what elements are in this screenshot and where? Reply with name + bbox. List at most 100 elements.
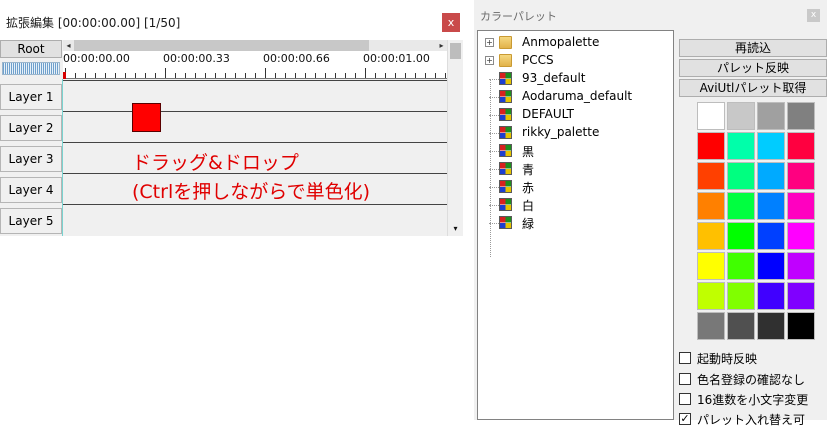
checkbox-box[interactable] <box>679 393 691 405</box>
folder-icon <box>499 36 512 49</box>
palette-icon <box>499 216 512 229</box>
timeline-vertical-scrollbar[interactable]: ▾ <box>447 40 463 236</box>
color-swatch[interactable] <box>787 102 815 130</box>
color-swatch[interactable] <box>787 312 815 340</box>
palette-close-button[interactable]: x <box>807 9 820 22</box>
ruler-tick <box>325 73 326 78</box>
expand-icon[interactable]: + <box>485 56 494 65</box>
color-swatch[interactable] <box>697 222 725 250</box>
hscroll-thumb[interactable] <box>74 40 369 51</box>
get-aviutl-palette-button[interactable]: AviUtlパレット取得 <box>679 79 827 97</box>
time-label: 00:00:00.00 <box>63 52 130 65</box>
tree-connector <box>489 151 499 152</box>
color-palette-window: カラーパレット x + Anmopalette + PCCS 93_default Aod… <box>474 0 827 427</box>
ruler-tick <box>435 73 436 78</box>
color-swatch[interactable] <box>757 282 785 310</box>
ruler-tick <box>145 73 146 78</box>
color-swatch[interactable] <box>727 282 755 310</box>
ruler-tick <box>385 73 386 78</box>
zoom-meter[interactable] <box>2 62 60 75</box>
checkbox-box[interactable]: ✓ <box>679 413 691 425</box>
color-swatch[interactable] <box>697 252 725 280</box>
layer-lane-2[interactable] <box>63 111 447 142</box>
ruler-tick <box>225 73 226 78</box>
color-swatch[interactable] <box>757 162 785 190</box>
layer-button-2[interactable]: Layer 2 <box>0 115 62 141</box>
color-swatch[interactable] <box>697 192 725 220</box>
ruler-tick <box>95 73 96 78</box>
palette-icon <box>499 162 512 175</box>
color-swatch[interactable] <box>727 312 755 340</box>
ruler-tick <box>235 73 236 78</box>
color-swatch[interactable] <box>697 102 725 130</box>
color-swatch[interactable] <box>757 102 785 130</box>
tree-item-label: Aodaruma_default <box>522 89 633 103</box>
palette-icon <box>499 198 512 211</box>
color-swatch[interactable] <box>697 162 725 190</box>
tree-item-label: 緑 <box>522 217 535 231</box>
ruler-tick <box>445 73 446 78</box>
color-swatch[interactable] <box>787 222 815 250</box>
root-button[interactable]: Root <box>0 40 62 58</box>
color-swatch[interactable] <box>757 222 785 250</box>
checkbox-box[interactable] <box>679 352 691 364</box>
scroll-left-arrow-icon[interactable]: ◂ <box>63 40 74 51</box>
color-swatch[interactable] <box>757 132 785 160</box>
ruler-tick <box>205 73 206 78</box>
color-swatch[interactable] <box>757 312 785 340</box>
tree-item-label: Anmopalette <box>522 35 600 49</box>
color-swatch[interactable] <box>727 252 755 280</box>
color-swatch[interactable] <box>787 132 815 160</box>
layer-button-1[interactable]: Layer 1 <box>0 84 62 110</box>
ext-close-button[interactable]: x <box>442 13 460 32</box>
color-swatch[interactable] <box>727 192 755 220</box>
timeline-horizontal-scrollbar[interactable]: ◂ ▸ <box>63 40 447 51</box>
color-swatch[interactable] <box>697 312 725 340</box>
ruler-tick <box>345 73 346 78</box>
checkbox-box[interactable] <box>679 373 691 385</box>
reload-button[interactable]: 再読込 <box>679 39 827 57</box>
apply-palette-button[interactable]: パレット反映 <box>679 59 827 77</box>
tree-connector <box>489 133 499 134</box>
palette-icon <box>499 90 512 103</box>
ruler-tick <box>185 73 186 78</box>
playhead-cursor[interactable] <box>63 72 66 79</box>
ruler-tick <box>365 68 366 78</box>
layer-button-3[interactable]: Layer 3 <box>0 146 62 172</box>
time-ruler[interactable]: 00:00:00.00 00:00:00.33 00:00:00.66 00:0… <box>63 51 447 79</box>
ruler-tick <box>135 73 136 78</box>
palette-icon <box>499 72 512 85</box>
color-swatch[interactable] <box>727 132 755 160</box>
ctrl-hint: (Ctrlを押しながらで単色化) <box>132 181 371 203</box>
color-swatch[interactable] <box>697 282 725 310</box>
tree-guide-line <box>490 79 491 257</box>
color-swatch[interactable] <box>787 162 815 190</box>
color-swatch[interactable] <box>757 192 785 220</box>
color-swatch[interactable] <box>727 222 755 250</box>
scroll-right-arrow-icon[interactable]: ▸ <box>436 40 447 51</box>
color-swatch[interactable] <box>787 252 815 280</box>
palette-window-title: カラーパレット <box>480 10 557 23</box>
vscroll-thumb[interactable] <box>450 43 461 59</box>
color-swatch[interactable] <box>697 132 725 160</box>
palette-tree[interactable]: + Anmopalette + PCCS 93_default Aodaruma_defa… <box>477 30 674 420</box>
layer-lane-5[interactable] <box>63 204 447 235</box>
drag-drop-hint: ドラッグ&ドロップ <box>132 152 299 174</box>
expand-icon[interactable]: + <box>485 38 494 47</box>
time-label: 00:00:00.33 <box>163 52 230 65</box>
palette-icon <box>499 180 512 193</box>
color-swatch[interactable] <box>727 102 755 130</box>
scroll-down-arrow-icon[interactable]: ▾ <box>450 223 461 234</box>
tree-item-label: PCCS <box>522 53 554 67</box>
color-object-clip[interactable] <box>132 103 161 132</box>
color-swatch[interactable] <box>787 282 815 310</box>
layer-button-5[interactable]: Layer 5 <box>0 208 62 234</box>
color-swatch[interactable] <box>727 162 755 190</box>
layer-button-4[interactable]: Layer 4 <box>0 177 62 203</box>
tree-connector <box>489 79 499 80</box>
color-swatch[interactable] <box>757 252 785 280</box>
ruler-tick <box>125 73 126 78</box>
color-swatch[interactable] <box>787 192 815 220</box>
layer-lane-1[interactable] <box>63 80 447 111</box>
tree-item-label: 黒 <box>522 145 535 159</box>
